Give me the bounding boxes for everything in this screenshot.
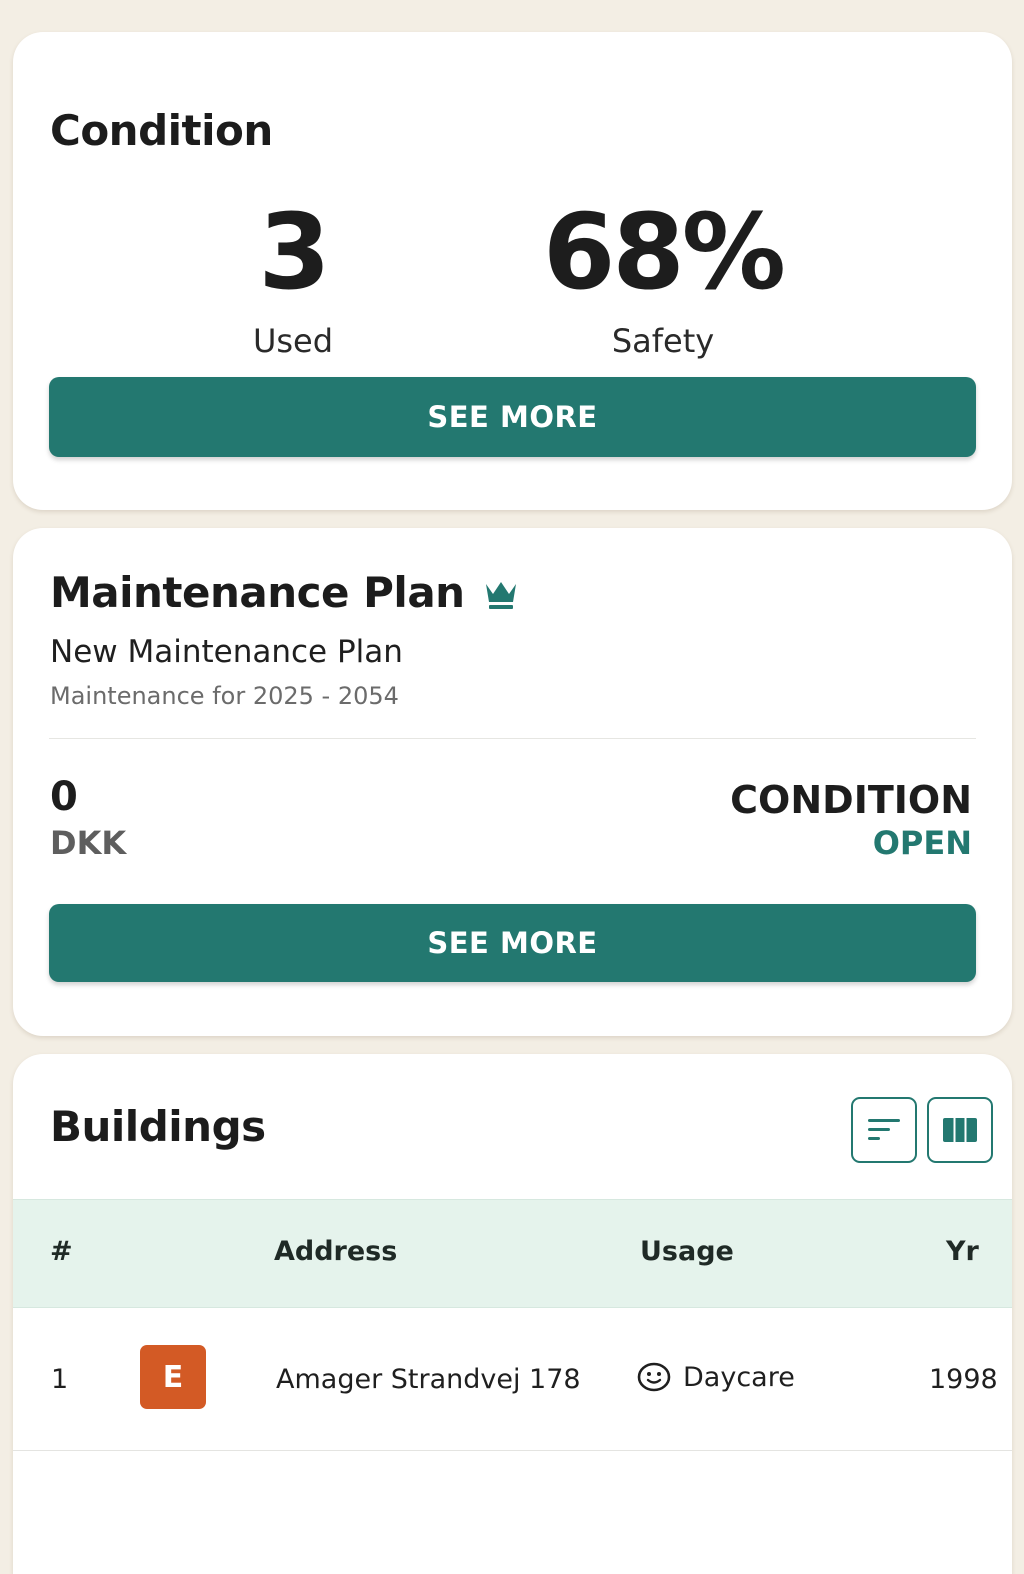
divider bbox=[49, 738, 976, 739]
safety-stat: 68% Safety bbox=[513, 200, 813, 360]
buildings-card: Buildings # Address Usage Yr 1 E Amager … bbox=[13, 1054, 1012, 1574]
table-row[interactable]: 1 E Amager Strandvej 178 Daycare 1998 bbox=[13, 1308, 1012, 1451]
energy-label-badge: E bbox=[140, 1345, 206, 1409]
condition-status: OPEN bbox=[872, 824, 972, 862]
columns-icon bbox=[943, 1118, 977, 1142]
maintenance-title: Maintenance Plan bbox=[50, 568, 465, 617]
maintenance-plan-card: Maintenance Plan New Maintenance Plan Ma… bbox=[13, 528, 1012, 1036]
row-address: Amager Strandvej 178 bbox=[276, 1364, 581, 1395]
currency-label: DKK bbox=[50, 824, 127, 862]
plan-period: Maintenance for 2025 - 2054 bbox=[50, 682, 399, 710]
row-year: 1998 bbox=[929, 1364, 998, 1395]
condition-label: CONDITION bbox=[730, 778, 972, 822]
crown-icon bbox=[485, 581, 516, 609]
safety-value: 68% bbox=[543, 191, 786, 313]
condition-title: Condition bbox=[50, 106, 273, 155]
used-label: Used bbox=[252, 322, 334, 360]
row-number: 1 bbox=[51, 1364, 69, 1395]
amount-value: 0 bbox=[50, 774, 78, 820]
plan-name: New Maintenance Plan bbox=[50, 634, 403, 670]
column-header-year[interactable]: Yr bbox=[946, 1236, 979, 1267]
table-header: # Address Usage Yr bbox=[13, 1199, 1012, 1308]
maintenance-title-row: Maintenance Plan bbox=[50, 568, 519, 617]
buildings-title: Buildings bbox=[50, 1102, 266, 1151]
smiley-icon bbox=[637, 1362, 671, 1392]
condition-card: Condition 3 Used 68% Safety SEE MORE bbox=[13, 32, 1012, 510]
condition-see-more-button[interactable]: SEE MORE bbox=[49, 377, 976, 457]
column-header-number[interactable]: # bbox=[50, 1236, 73, 1267]
sort-button[interactable] bbox=[851, 1097, 917, 1163]
maintenance-see-more-button[interactable]: SEE MORE bbox=[49, 904, 976, 982]
row-usage: Daycare bbox=[637, 1360, 795, 1394]
safety-label: Safety bbox=[611, 322, 715, 360]
column-header-usage[interactable]: Usage bbox=[640, 1236, 734, 1267]
column-header-address[interactable]: Address bbox=[274, 1236, 397, 1267]
row-usage-label: Daycare bbox=[683, 1361, 795, 1393]
columns-button[interactable] bbox=[927, 1097, 993, 1163]
used-value: 3 bbox=[258, 191, 330, 313]
sort-icon bbox=[868, 1119, 900, 1140]
used-stat: 3 Used bbox=[193, 200, 393, 360]
